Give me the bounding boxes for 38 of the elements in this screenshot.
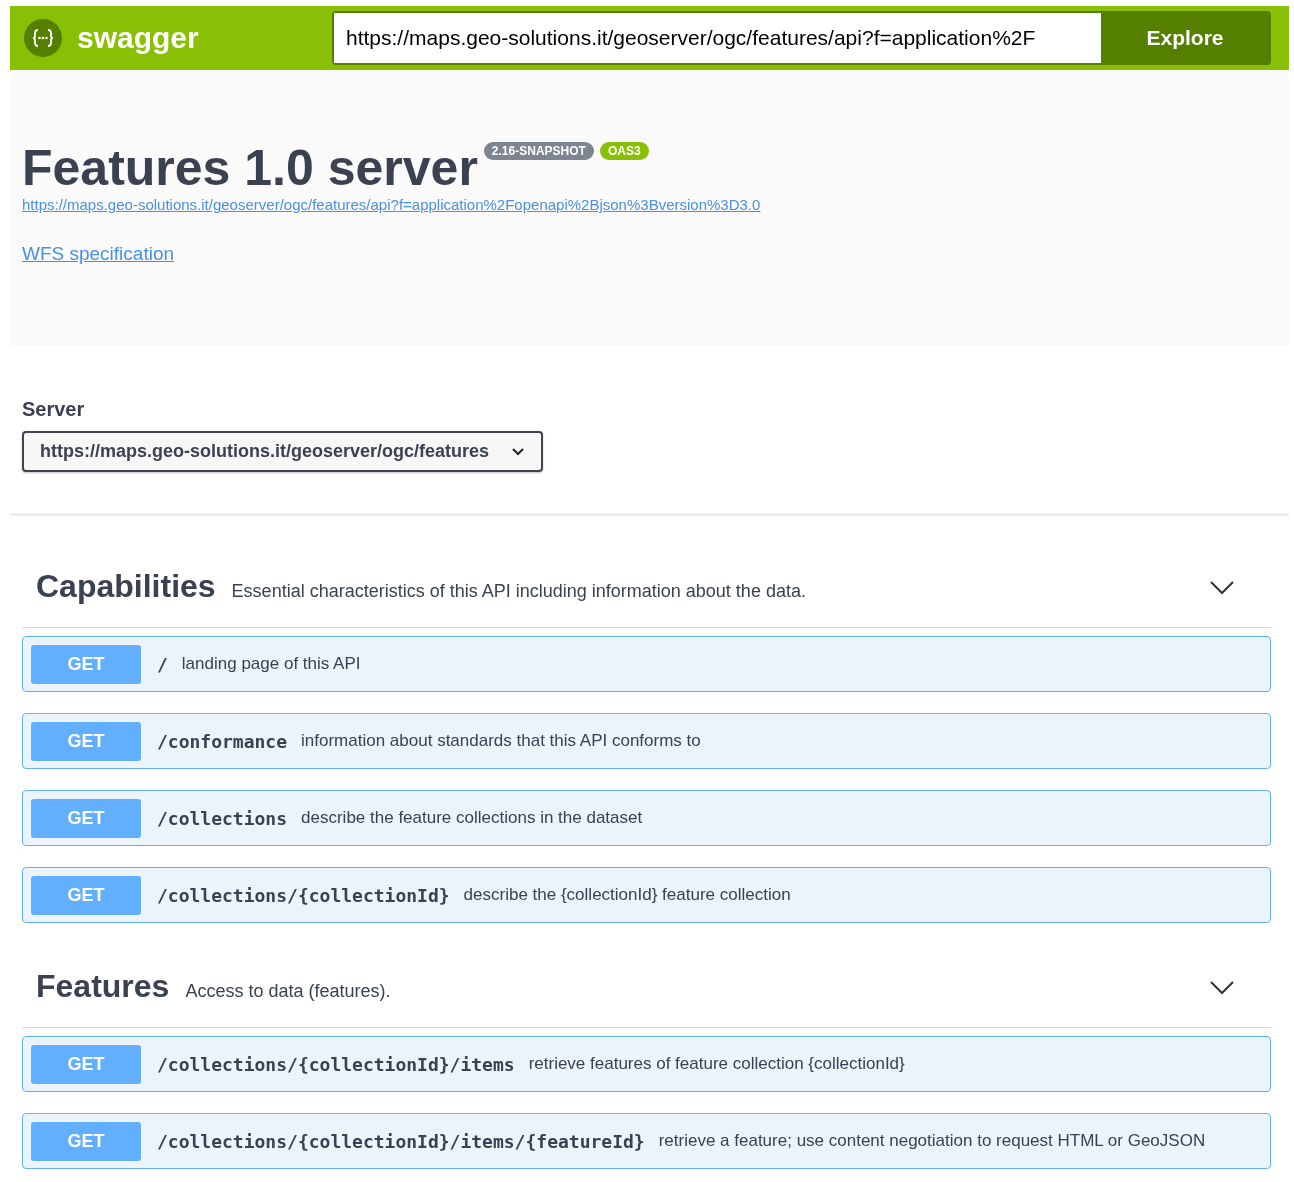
section-title[interactable]: Features bbox=[36, 968, 170, 1005]
method-badge: GET bbox=[31, 1044, 141, 1084]
endpoint-summary: retrieve a feature; use content negotiation to request HTML or GeoJSON bbox=[658, 1131, 1206, 1151]
method-badge: GET bbox=[31, 798, 141, 838]
section-description: Essential characteristics of this API including information about the data. bbox=[231, 581, 807, 602]
logo-text: swagger bbox=[77, 21, 199, 55]
chevron-icon[interactable] bbox=[1209, 578, 1235, 595]
endpoint-path: / bbox=[157, 653, 168, 675]
endpoint-summary: describe the {collectionId} feature collection bbox=[463, 885, 791, 905]
endpoint-path: /collections bbox=[157, 807, 288, 829]
section-title[interactable]: Capabilities bbox=[36, 568, 216, 605]
operation-row[interactable]: GET /conformance information about standards that this API conforms to bbox=[22, 713, 1271, 769]
method-badge: GET bbox=[31, 875, 141, 915]
endpoint-path: /collections/{collectionId} bbox=[157, 884, 450, 906]
endpoint-path: /collections/{collectionId}/items bbox=[157, 1053, 515, 1075]
method-badge: GET bbox=[31, 644, 141, 684]
endpoint-summary: describe the feature collections in the dataset bbox=[301, 808, 643, 828]
endpoint-summary: landing page of this API bbox=[181, 654, 361, 674]
section-description: Access to data (features). bbox=[185, 981, 392, 1002]
operation-row[interactable]: GET /collections describe the feature collections in the dataset bbox=[22, 790, 1271, 846]
api-title: Features 1.0 server bbox=[22, 140, 478, 196]
version-badge: 2.16-SNAPSHOT bbox=[483, 142, 594, 160]
chevron-icon[interactable] bbox=[1209, 978, 1235, 995]
spec-badge: OAS3 bbox=[599, 142, 649, 160]
caret-icon bbox=[511, 446, 526, 457]
operation-row[interactable]: GET / landing page of this API bbox=[22, 636, 1271, 692]
server-label: Server bbox=[22, 398, 85, 421]
endpoint-path: /collections/{collectionId}/items/{featureId} bbox=[157, 1130, 645, 1152]
operation-row[interactable]: GET /collections/{collectionId}/items retrieve features of feature collection {collectionId} bbox=[22, 1036, 1271, 1092]
endpoint-path: /conformance bbox=[157, 730, 288, 752]
method-badge: GET bbox=[31, 1121, 141, 1161]
operation-row[interactable]: GET /collections/{collectionId} describe the {collectionId} feature collection bbox=[22, 867, 1271, 923]
endpoint-summary: retrieve features of feature collection {collectionId} bbox=[528, 1054, 905, 1074]
method-badge: GET bbox=[31, 721, 141, 761]
server-select[interactable]: https://maps.geo-solutions.it/geoserver/ogc/features bbox=[22, 431, 544, 472]
endpoint-summary: information about standards that this API conforms to bbox=[301, 731, 701, 751]
logo-icon bbox=[23, 18, 63, 58]
operation-row[interactable]: GET /collections/{collectionId}/items/{featureId} retrieve a feature; use content negotiation to request HTML or GeoJSON bbox=[22, 1113, 1271, 1169]
